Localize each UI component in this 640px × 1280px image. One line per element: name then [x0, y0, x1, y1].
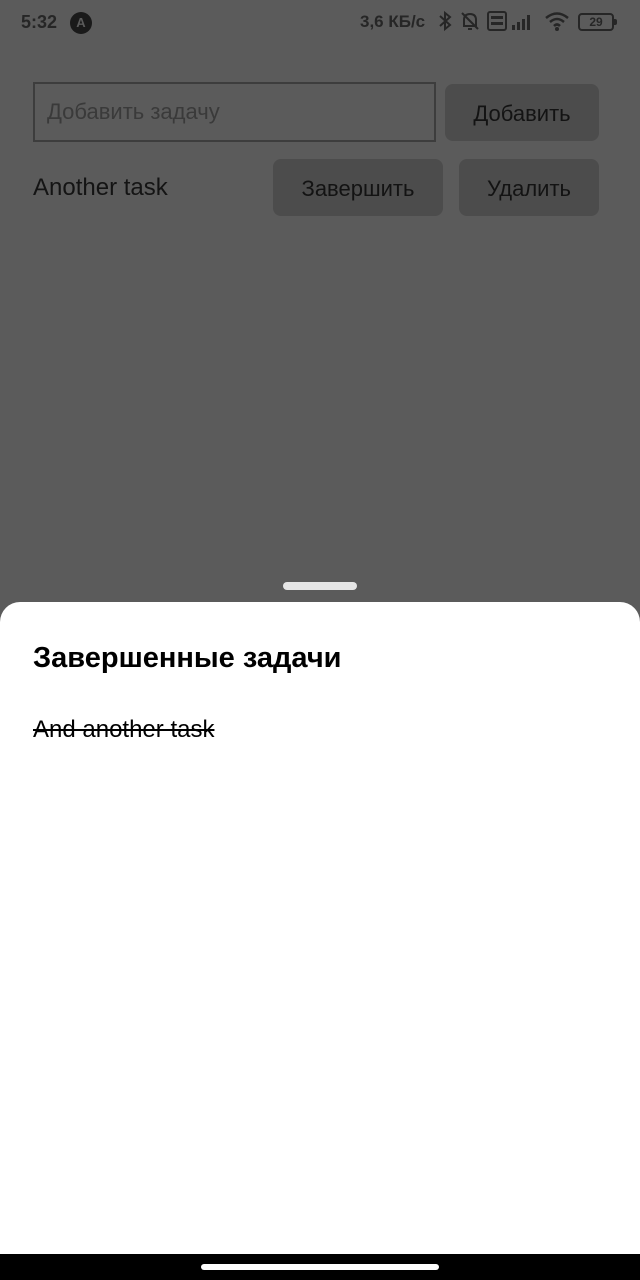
network-speed: 3,6 КБ/с [360, 12, 426, 31]
wifi-icon [545, 12, 569, 31]
status-time: 5:32 [21, 12, 58, 32]
complete-task-button[interactable]: Завершить [273, 159, 443, 216]
bottom-sheet-handle[interactable] [283, 582, 357, 590]
home-gesture-pill[interactable] [201, 1264, 439, 1270]
task-text: Another task [33, 174, 168, 201]
add-task-input[interactable] [33, 82, 436, 142]
battery-icon: 29 [578, 13, 617, 31]
volte-icon [487, 11, 507, 31]
signal-icon [512, 15, 530, 30]
completed-tasks-title: Завершенные задачи [33, 642, 342, 674]
completed-tasks-sheet: Завершенные задачи And another task [0, 602, 640, 1254]
delete-task-button[interactable]: Удалить [459, 159, 599, 216]
navigation-bar [0, 1254, 640, 1280]
app-notification-icon: A [70, 12, 92, 34]
add-task-button[interactable]: Добавить [445, 84, 599, 141]
status-bar: 5:32 A 3,6 КБ/с 29 [0, 0, 640, 46]
bluetooth-icon [439, 10, 452, 32]
bell-muted-icon [461, 12, 479, 30]
completed-task-item: And another task [33, 716, 215, 743]
